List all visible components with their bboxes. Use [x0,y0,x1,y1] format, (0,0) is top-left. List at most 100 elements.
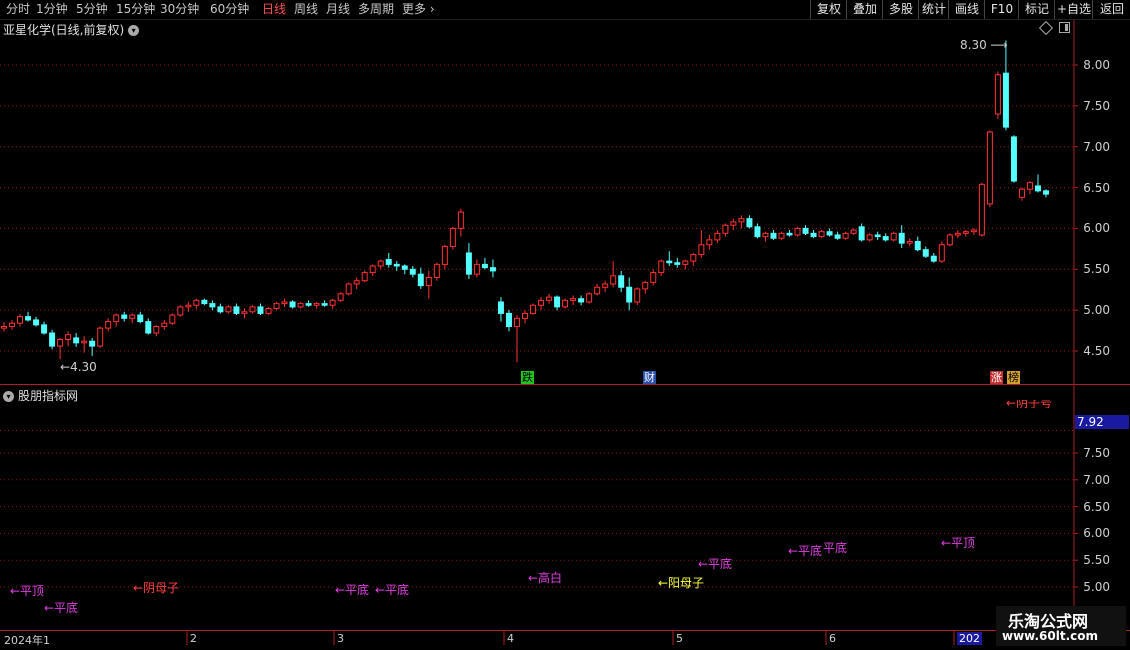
period-tab-60min[interactable]: 60分钟 [210,1,249,18]
candle-body [73,337,80,344]
candle-body [129,314,136,319]
event-badge-rank[interactable]: 榜 [1007,371,1020,384]
price-axis-label: 7.50 [1083,98,1110,113]
period-tab-weekly[interactable]: 周线 [294,1,318,18]
candle-body [770,232,777,239]
adjust-button[interactable]: 复权 [810,0,847,19]
candle [393,261,400,271]
event-badge-drop[interactable]: 跌 [521,371,534,384]
multi-stock-button[interactable]: 多股 [882,0,919,19]
candle [457,208,464,237]
period-tab-timeshare[interactable]: 分时 [6,1,30,18]
candle-body [658,260,665,274]
mark-button[interactable]: 标记 [1018,0,1055,19]
candle-body [305,303,312,306]
candle-body [594,286,601,295]
candle [441,244,448,270]
event-badge-rise[interactable]: 涨 [990,371,1003,384]
candle-body [137,314,144,323]
candle-body [842,232,849,239]
period-tab-15min[interactable]: 15分钟 [116,1,155,18]
candle [914,236,921,252]
period-tab-daily[interactable]: 日线 [262,1,286,18]
candle [698,230,705,258]
candle-body [321,303,328,306]
add-watchlist-button[interactable]: +自选 [1054,0,1093,19]
candle-body [962,231,969,234]
candlestick-chart[interactable] [0,0,1130,650]
candle-body [682,260,689,265]
stats-button[interactable]: 统计 [918,0,949,19]
low-price-label: ←4.30 [60,360,97,374]
overlay-button[interactable]: 叠加 [846,0,883,19]
candle [145,318,152,335]
candle [746,215,753,229]
candle [417,267,424,289]
indicator-title[interactable]: ▾ 股朋指标网 [3,387,78,404]
candle [674,257,681,268]
candle [834,231,841,240]
candle [505,310,512,332]
candle [121,311,128,322]
diamond-icon[interactable] [1038,20,1054,36]
candle-body [858,226,865,241]
candle-body [377,260,384,267]
candle [554,295,561,311]
candle-body [497,301,504,314]
candle [161,319,168,330]
candle-body [522,312,528,319]
chevron-down-icon[interactable]: ▾ [128,25,140,36]
period-tab-more[interactable]: 更多 › [402,1,435,18]
candle [233,303,240,316]
candle [794,226,801,237]
indicator-axis-label: 7.50 [1083,446,1110,460]
candle [481,257,488,270]
candle [241,308,248,319]
candle-body [978,183,985,236]
back-button[interactable]: 返回 [1092,0,1130,19]
candle-body [666,260,673,264]
candle [305,300,312,307]
candle [594,283,601,296]
candle-body [786,232,793,236]
candle-body [273,303,280,310]
candle-body [401,265,408,270]
candle-body [754,226,761,238]
draw-button[interactable]: 画线 [948,0,985,19]
price-axis-label: 5.00 [1083,303,1110,318]
candle [858,223,865,242]
candle [345,282,352,296]
candle-body [882,236,889,241]
period-tab-monthly[interactable]: 月线 [326,1,350,18]
candle [209,300,216,311]
candle [41,321,48,335]
candle [57,337,64,360]
candle [273,301,280,311]
chart-title[interactable]: 亚星化学(日线,前复权) ▾ [3,21,140,38]
candle [97,326,104,348]
candle [1026,181,1033,195]
period-tab-multi[interactable]: 多周期 [358,1,394,18]
candle [778,231,785,240]
event-badge-finance[interactable]: 财 [643,371,656,384]
candle [538,297,545,311]
period-tab-30min[interactable]: 30分钟 [160,1,199,18]
candle-body [946,234,953,246]
candle [361,270,368,283]
candle-body [361,272,368,282]
candle-body [938,244,945,262]
pattern-label: ←高白 [528,571,563,585]
panel-toggle-icon[interactable] [1059,22,1070,33]
price-axis-label: 8.00 [1083,58,1110,72]
candle [770,230,777,240]
period-tab-5min[interactable]: 5分钟 [76,1,108,18]
period-tab-1min[interactable]: 1分钟 [36,1,68,18]
indicator-name-label: 股朋指标网 [18,389,79,403]
chevron-down-icon[interactable]: ▾ [3,391,14,402]
price-axis-label: 6.00 [1083,221,1110,236]
f10-button[interactable]: F10 [984,0,1019,19]
candle [618,270,625,293]
watermark-url: www.60lt.com [1002,629,1099,643]
candle [217,303,224,314]
candle-body [794,227,801,236]
